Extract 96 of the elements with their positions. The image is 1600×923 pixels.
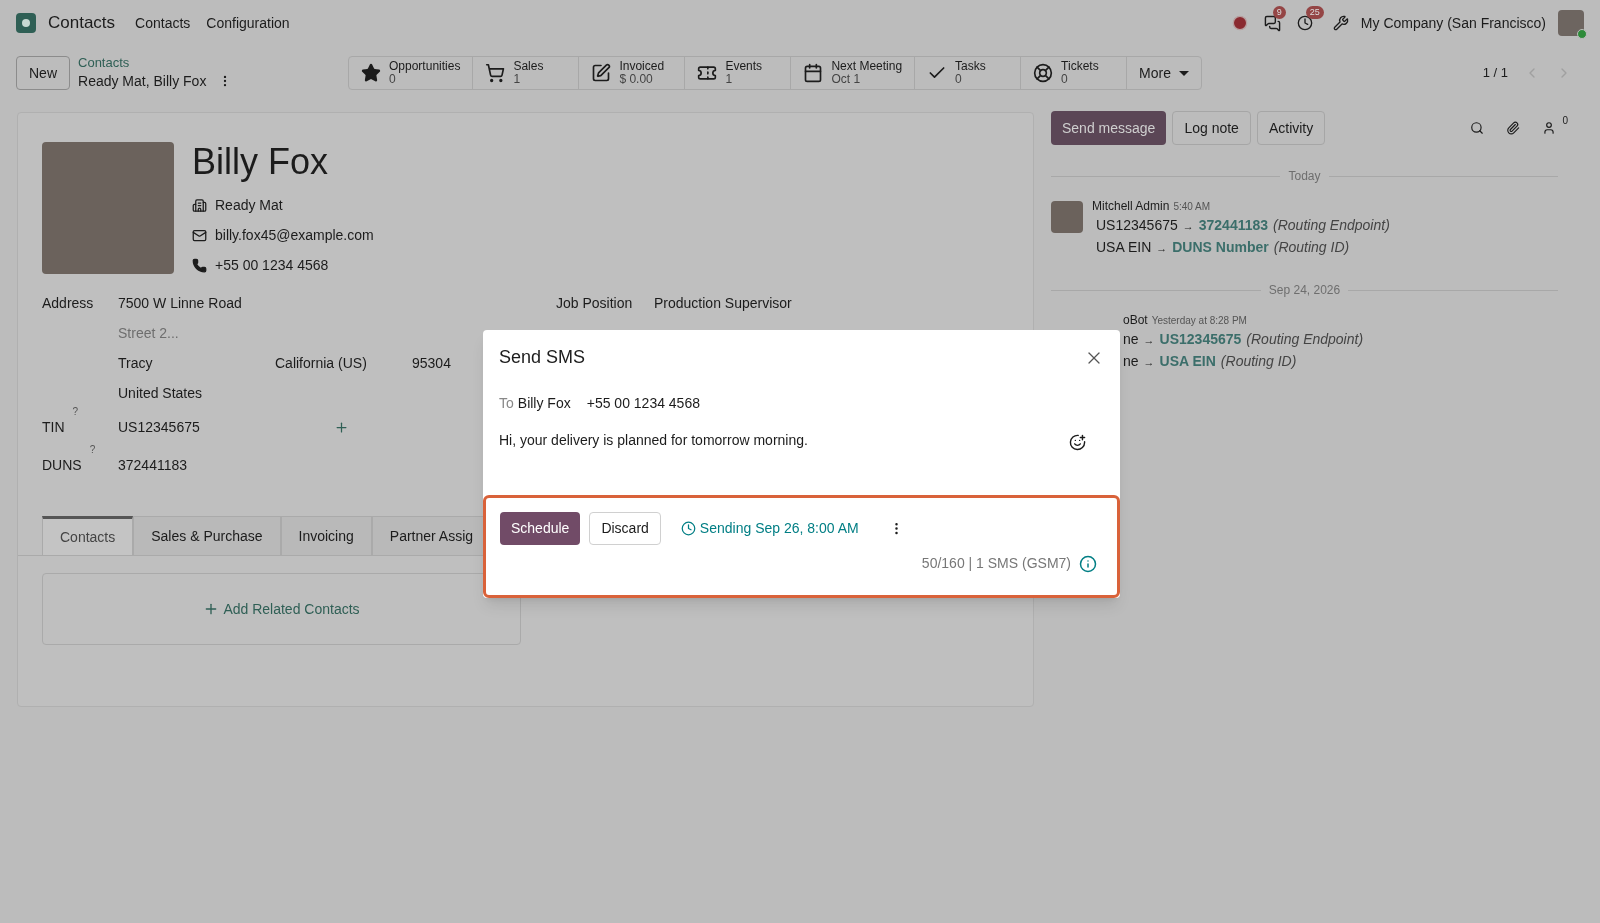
message-time: Yesterday at 8:28 PM <box>1151 314 1247 328</box>
lifebuoy-icon <box>1033 63 1054 83</box>
smart-button[interactable]: Tickets 0 <box>1021 57 1128 89</box>
smart-button[interactable]: Next Meeting Oct 1 <box>791 57 916 89</box>
field-value[interactable]: US12345675 <box>118 416 334 438</box>
field-name: (Routing ID) <box>1273 238 1350 257</box>
company-field[interactable]: Ready Mat <box>215 194 283 216</box>
smart-button[interactable]: Tasks 0 <box>915 57 1022 89</box>
calendar-icon <box>803 63 824 83</box>
paperclip-icon[interactable] <box>1506 121 1521 135</box>
tools-icon[interactable] <box>1332 15 1349 31</box>
author-avatar <box>1051 201 1083 233</box>
form-tab[interactable]: Contacts <box>42 516 134 556</box>
sending-time-link[interactable]: Sending Sep 26, 8:00 AM <box>680 518 859 539</box>
city-field[interactable]: Tracy <box>118 352 275 374</box>
author-name: Mitchell Admin <box>1092 198 1170 215</box>
chatter-button[interactable]: Log note <box>1172 111 1251 145</box>
field-label: Address <box>42 293 95 313</box>
arrow-text: → <box>1143 333 1155 348</box>
author-name: oBot <box>1123 312 1148 329</box>
to-label: To <box>499 394 514 413</box>
state-field[interactable]: California (US) <box>275 352 412 374</box>
new-value: 372441183 <box>1198 216 1269 235</box>
old-value: ne <box>1123 330 1139 349</box>
messages-icon[interactable] <box>1263 14 1281 32</box>
clock-icon[interactable] <box>1296 15 1313 31</box>
cart-icon <box>485 63 506 83</box>
old-value: ne <box>1123 352 1139 371</box>
record-icon[interactable] <box>1231 15 1248 31</box>
schedule-button[interactable]: Schedule <box>500 512 581 545</box>
pager: 1 / 1 <box>1482 64 1508 83</box>
clock-icon <box>680 521 696 536</box>
add-related-contacts-link[interactable]: Add Related Contacts <box>203 598 360 620</box>
followers-count: 0 <box>1562 115 1568 127</box>
chatter-button[interactable]: Activity <box>1256 111 1326 145</box>
zip-field[interactable]: 95304 <box>412 352 451 374</box>
field-label: DUNS <box>42 455 82 475</box>
phone-field[interactable]: +55 00 1234 4568 <box>215 254 329 276</box>
search-icon[interactable] <box>1470 121 1485 135</box>
add-icon[interactable] <box>334 419 349 435</box>
star-icon <box>361 63 381 83</box>
smart-button[interactable]: Sales 1 <box>473 57 580 89</box>
app-logo-icon[interactable] <box>16 13 36 33</box>
breadcrumb-link[interactable]: Contacts <box>78 55 268 71</box>
email-icon <box>192 227 207 243</box>
old-value: USA EIN <box>1096 238 1152 257</box>
info-icon[interactable] <box>1079 554 1097 573</box>
record-title: Ready Mat, Billy Fox <box>78 72 207 91</box>
job-field[interactable]: Production Supervisor <box>654 292 792 314</box>
phone-icon <box>192 257 207 273</box>
field-value[interactable]: 372441183 <box>118 454 334 476</box>
pen-square-icon <box>591 63 612 83</box>
new-value: DUNS Number <box>1172 238 1269 257</box>
recipient-name: Billy Fox <box>517 394 571 413</box>
more-dropdown[interactable]: More <box>1127 57 1201 89</box>
old-value: US12345675 <box>1096 216 1178 235</box>
recipient-number[interactable]: +55 00 1234 4568 <box>586 393 700 414</box>
caret-icon <box>1179 70 1189 76</box>
chatter-button[interactable]: Send message <box>1051 111 1167 145</box>
messages-count-badge: 9 <box>1272 5 1286 19</box>
new-value: US12345675 <box>1159 330 1242 349</box>
date-separator: Sep 24, 2026 <box>1268 282 1341 299</box>
menu-item[interactable]: Configuration <box>206 12 290 34</box>
form-tab[interactable]: Sales & Purchase <box>133 516 281 556</box>
field-name: (Routing Endpoint) <box>1246 330 1364 349</box>
field-label: TIN <box>42 417 65 437</box>
emoji-icon[interactable] <box>1069 434 1086 451</box>
discard-button[interactable]: Discard <box>589 512 661 545</box>
activity-count-badge: 25 <box>1305 6 1324 19</box>
form-tab[interactable]: Invoicing <box>280 516 372 556</box>
field-name: (Routing ID) <box>1220 352 1297 371</box>
message-time: 5:40 AM <box>1173 200 1211 214</box>
app-name: Contacts <box>48 12 116 35</box>
new-button[interactable]: New <box>16 56 70 90</box>
country-field[interactable]: United States <box>118 382 203 404</box>
dialog-title: Send SMS <box>499 346 586 369</box>
menu-item[interactable]: Contacts <box>135 12 191 34</box>
followers-icon[interactable] <box>1542 121 1557 135</box>
new-value: USA EIN <box>1159 352 1216 371</box>
street-field[interactable]: 7500 W Linne Road <box>118 292 242 314</box>
smart-button[interactable]: Invoiced $ 0.00 <box>579 57 686 89</box>
contact-name: Billy Fox <box>192 142 330 182</box>
smart-button[interactable]: Opportunities 0 <box>349 57 474 89</box>
smart-button[interactable]: Events 1 <box>685 57 792 89</box>
message-field[interactable]: Hi, your delivery is planned for tomorrow morning. <box>499 430 808 451</box>
arrow-text: → <box>1156 241 1168 256</box>
field-label: Job Position <box>556 293 634 313</box>
field-name: (Routing Endpoint) <box>1273 216 1390 235</box>
arrow-text: → <box>1182 219 1194 234</box>
ticket-icon <box>697 63 718 83</box>
building-icon <box>192 197 207 213</box>
company-switcher[interactable]: My Company (San Francisco) <box>1360 12 1546 34</box>
character-counter: 50/160 | 1 SMS (GSM7) <box>921 554 1071 573</box>
date-separator: Today <box>1288 168 1321 185</box>
email-field[interactable]: billy.fox45@example.com <box>215 224 374 246</box>
arrow-text: → <box>1143 355 1155 370</box>
